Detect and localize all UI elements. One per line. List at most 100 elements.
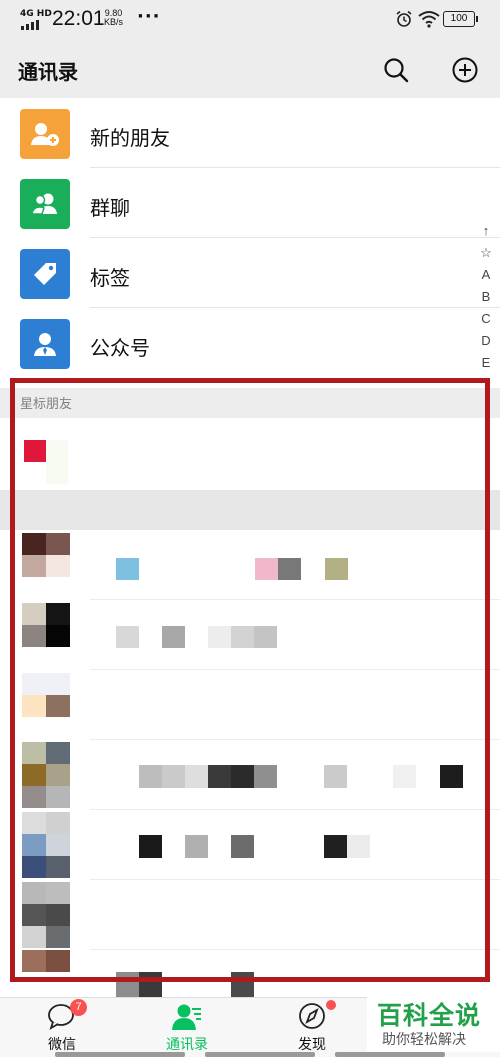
avatar [22, 742, 46, 764]
clock: 22:01 [52, 7, 105, 30]
index-up[interactable]: ↑ [478, 220, 494, 242]
item-label: 群聊 [90, 196, 130, 220]
fixed-entries: 新的朋友 群聊 标签 公众号 [0, 98, 500, 378]
watermark-title: 百科全说 [377, 1001, 482, 1030]
avatar-fragment [22, 926, 46, 948]
name-fragment [231, 835, 254, 858]
alphabet-index[interactable]: ↑ ☆ A B C D E [478, 220, 494, 374]
name-fragment [231, 626, 254, 648]
avatar [22, 533, 46, 555]
avatar-fragment [46, 950, 70, 972]
page-title: 通讯录 [18, 60, 78, 84]
tab-label: 微信 [48, 1037, 76, 1053]
avatar-fragment [22, 786, 46, 808]
name-fragment [254, 765, 277, 788]
name-fragment [162, 626, 185, 648]
group-chats-item[interactable]: 群聊 [0, 168, 500, 238]
name-fragment [325, 558, 348, 580]
name-fragment [185, 765, 208, 788]
tab-chats[interactable]: 7 微信 [12, 998, 112, 1057]
network-indicator: 4G HD [20, 9, 52, 19]
name-fragment [278, 558, 301, 580]
name-fragment [255, 558, 278, 580]
gesture-bar [335, 1052, 445, 1057]
avatar [24, 440, 46, 462]
item-label: 标签 [90, 266, 130, 290]
name-fragment [324, 835, 347, 858]
avatar [22, 603, 46, 625]
more-notifications-icon: ··· [137, 6, 161, 27]
list-item[interactable] [0, 530, 500, 600]
name-fragment [116, 972, 139, 997]
watermark-subtitle: 助你轻松解决 [382, 1032, 466, 1048]
name-fragment [347, 835, 370, 858]
list-band [0, 490, 500, 530]
avatar-fragment [22, 764, 46, 786]
gesture-bar [55, 1052, 185, 1057]
tab-contacts[interactable]: 通讯录 [137, 998, 237, 1057]
avatar-fragment [46, 533, 70, 555]
signal-icon [21, 20, 43, 30]
search-icon[interactable] [382, 56, 410, 84]
avatar [22, 673, 70, 695]
tag-icon [20, 249, 70, 299]
list-item[interactable] [0, 950, 500, 997]
index-star[interactable]: ☆ [478, 242, 494, 264]
index-letter[interactable]: E [478, 352, 494, 374]
index-letter[interactable]: A [478, 264, 494, 286]
battery-icon: 100 [443, 11, 478, 27]
tags-item[interactable]: 标签 [0, 238, 500, 308]
avatar-fragment [46, 625, 70, 647]
new-friends-item[interactable]: 新的朋友 [0, 98, 500, 168]
avatar-fragment [22, 834, 46, 856]
avatar-fragment [46, 555, 70, 577]
avatar-fragment [46, 926, 70, 948]
avatar-fragment [46, 695, 70, 717]
avatar-fragment [46, 834, 70, 856]
avatar [22, 950, 46, 972]
list-item[interactable] [0, 600, 500, 670]
compass-icon [299, 1003, 325, 1029]
tab-label: 通讯录 [166, 1037, 208, 1053]
avatar-fragment [22, 625, 46, 647]
list-item[interactable] [0, 740, 500, 810]
name-fragment [185, 835, 208, 858]
index-letter[interactable]: C [478, 308, 494, 330]
new-indicator-dot [326, 1000, 336, 1010]
item-label: 新的朋友 [90, 126, 170, 150]
unread-badge: 7 [70, 999, 87, 1016]
avatar-fragment [46, 440, 68, 484]
add-icon[interactable] [451, 56, 479, 84]
avatar-fragment [46, 882, 70, 904]
list-item[interactable] [0, 810, 500, 880]
avatar-fragment [46, 786, 70, 808]
item-label: 公众号 [90, 336, 150, 360]
avatar-fragment [46, 603, 70, 625]
avatar [22, 882, 46, 904]
name-fragment [139, 972, 162, 997]
list-item[interactable] [0, 880, 500, 950]
avatar-fragment [46, 764, 70, 786]
avatar-fragment [22, 695, 46, 717]
name-fragment [116, 558, 139, 580]
list-item[interactable] [0, 418, 500, 490]
alarm-icon [396, 10, 412, 27]
avatar-fragment [46, 904, 70, 926]
name-fragment [139, 765, 162, 788]
avatar [22, 812, 46, 834]
name-fragment [231, 765, 254, 788]
contacts-icon [172, 1004, 201, 1030]
name-fragment [208, 765, 231, 788]
tab-discover[interactable]: 发现 [262, 998, 362, 1057]
name-fragment [208, 626, 231, 648]
index-letter[interactable]: B [478, 286, 494, 308]
official-accounts-item[interactable]: 公众号 [0, 308, 500, 378]
avatar-fragment [46, 742, 70, 764]
name-fragment [231, 972, 254, 997]
name-fragment [393, 765, 416, 788]
list-item[interactable] [0, 670, 500, 740]
name-fragment [254, 626, 277, 648]
index-letter[interactable]: D [478, 330, 494, 352]
group-chat-icon [20, 179, 70, 229]
name-fragment [139, 835, 162, 858]
